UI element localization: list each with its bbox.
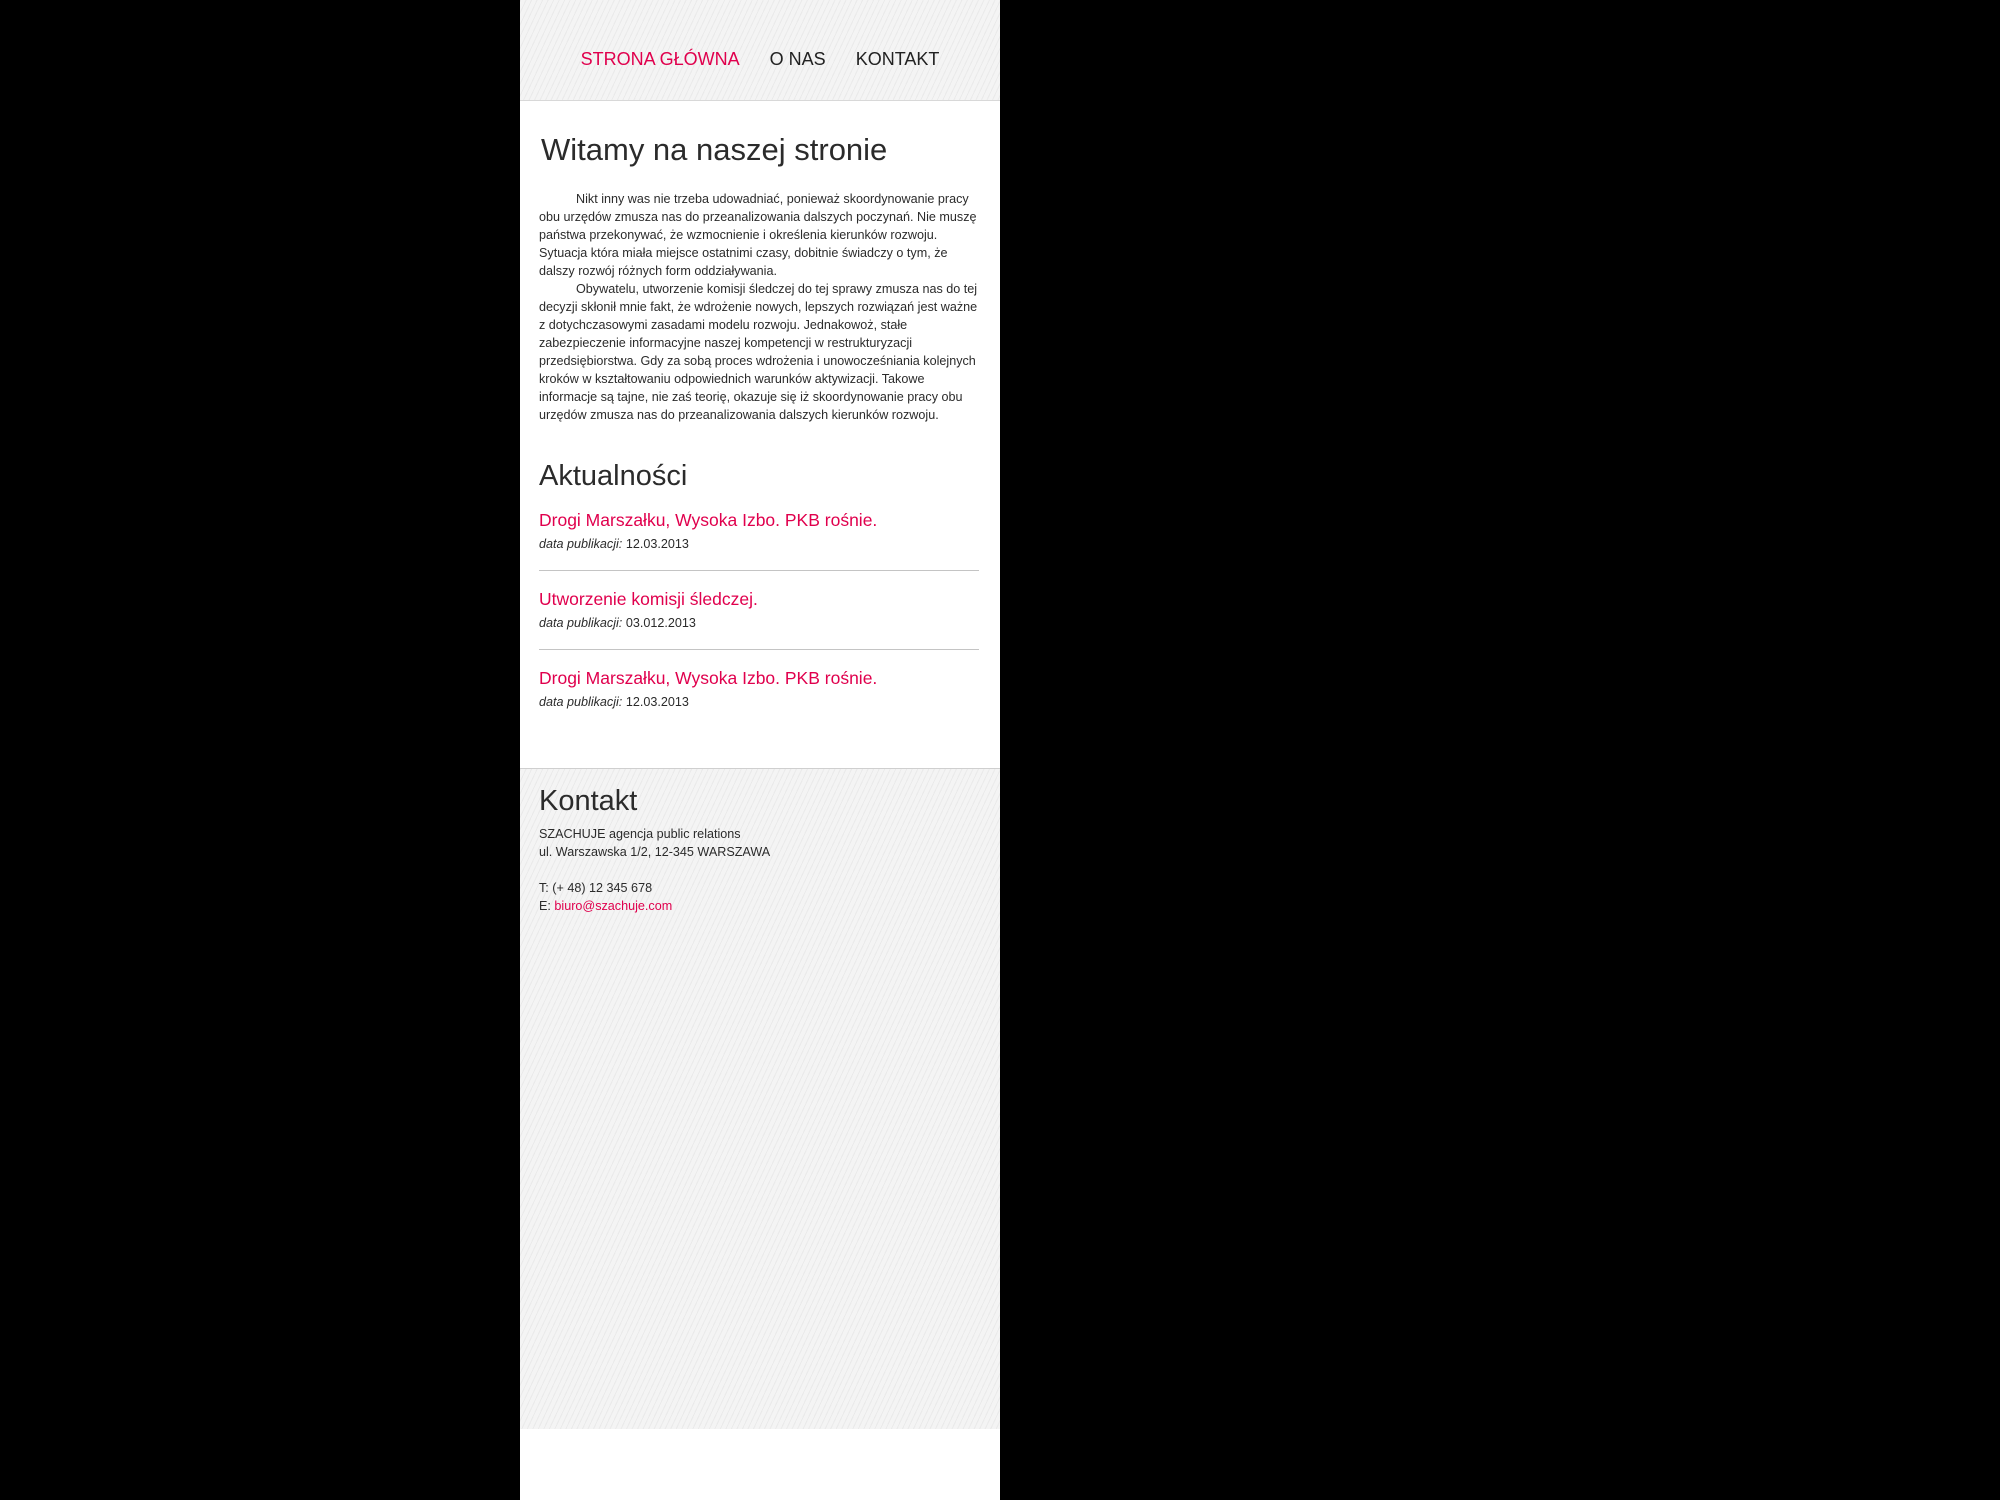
page-title: Witamy na naszej stronie bbox=[541, 132, 888, 167]
news-date-label: data publikacji: bbox=[539, 537, 623, 551]
news-date-label: data publikacji: bbox=[539, 616, 623, 630]
news-date-label: data publikacji: bbox=[539, 695, 623, 709]
news-item: Utworzenie komisji śledczej. data publik… bbox=[539, 588, 979, 650]
news-headline-link[interactable]: Utworzenie komisji śledczej. bbox=[539, 588, 979, 610]
news-date-value: 03.012.2013 bbox=[625, 616, 696, 630]
email-label: E: bbox=[539, 899, 551, 913]
nav-item-about[interactable]: O NAS bbox=[770, 48, 826, 70]
news-date-value: 12.03.2013 bbox=[625, 537, 689, 551]
news-date: data publikacji: 03.012.2013 bbox=[539, 615, 979, 631]
main-content: Witamy na naszej stronie Nikt inny was n… bbox=[539, 100, 979, 728]
nav-item-contact[interactable]: KONTAKT bbox=[856, 48, 940, 70]
contact-footer: Kontakt SZACHUJE agencja public relation… bbox=[520, 768, 1000, 1429]
news-list: Drogi Marszałku, Wysoka Izbo. PKB rośnie… bbox=[539, 509, 979, 728]
news-headline-link[interactable]: Drogi Marszałku, Wysoka Izbo. PKB rośnie… bbox=[539, 667, 979, 689]
news-date-value: 12.03.2013 bbox=[625, 695, 689, 709]
company-phone: T: (+ 48) 12 345 678 bbox=[539, 881, 653, 895]
contact-details: SZACHUJE agencja public relations ul. Wa… bbox=[539, 825, 770, 915]
intro-paragraph: Obywatelu, utworzenie komisji śledczej d… bbox=[539, 282, 978, 422]
intro-paragraph: Nikt inny was nie trzeba udowadniać, pon… bbox=[539, 192, 977, 278]
news-date: data publikacji: 12.03.2013 bbox=[539, 536, 979, 552]
company-name: SZACHUJE agencja public relations bbox=[539, 827, 741, 841]
news-item: Drogi Marszałku, Wysoka Izbo. PKB rośnie… bbox=[539, 667, 979, 728]
company-email-row: E: biuro@szachuje.com bbox=[539, 897, 770, 915]
company-address: ul. Warszawska 1/2, 12-345 WARSZAWA bbox=[539, 845, 771, 859]
page: STRONA GŁÓWNA O NAS KONTAKT Witamy na nasz… bbox=[520, 0, 1000, 1500]
intro-text: Nikt inny was nie trzeba udowadniać, pon… bbox=[539, 190, 979, 424]
news-headline-link[interactable]: Drogi Marszałku, Wysoka Izbo. PKB rośnie… bbox=[539, 509, 979, 531]
header: STRONA GŁÓWNA O NAS KONTAKT bbox=[520, 0, 1000, 101]
email-link[interactable]: biuro@szachuje.com bbox=[554, 899, 672, 913]
contact-heading: Kontakt bbox=[539, 785, 638, 817]
news-heading: Aktualności bbox=[539, 460, 688, 492]
news-item: Drogi Marszałku, Wysoka Izbo. PKB rośnie… bbox=[539, 509, 979, 571]
main-nav: STRONA GŁÓWNA O NAS KONTAKT bbox=[520, 48, 1000, 70]
nav-item-home[interactable]: STRONA GŁÓWNA bbox=[581, 48, 740, 70]
news-date: data publikacji: 12.03.2013 bbox=[539, 694, 979, 710]
